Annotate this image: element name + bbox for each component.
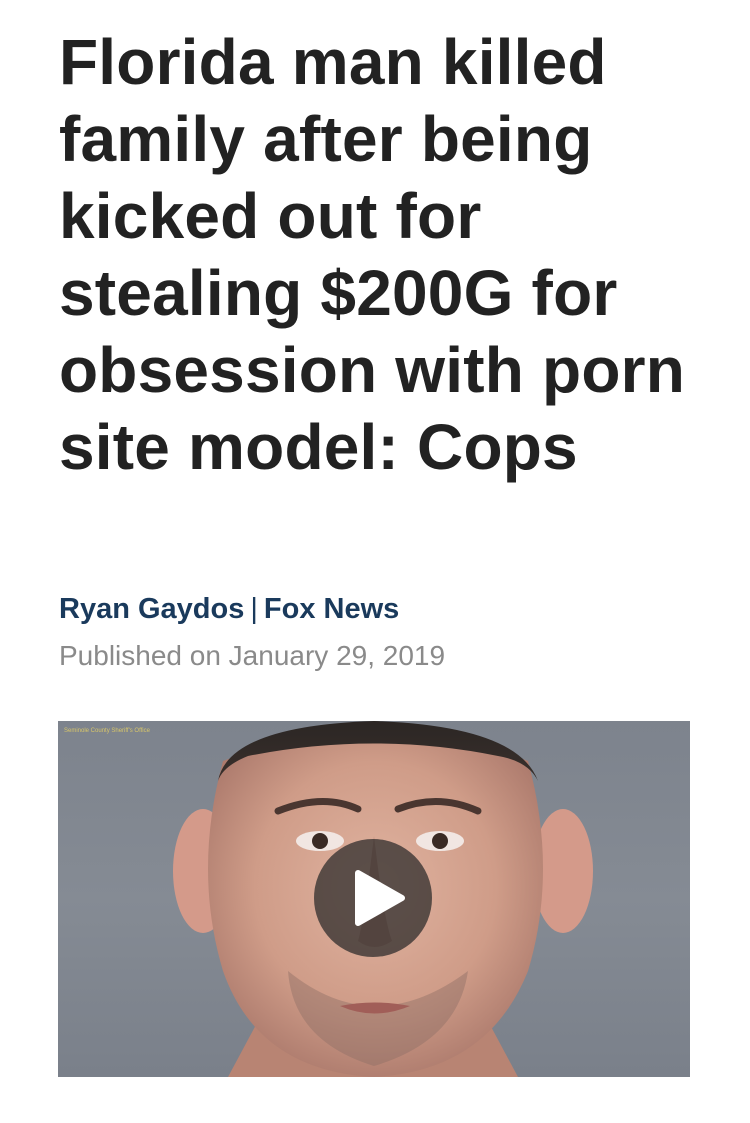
play-button[interactable] bbox=[314, 839, 432, 957]
video-player[interactable]: Seminole County Sheriff's Office bbox=[58, 721, 690, 1077]
byline: Ryan Gaydos | Fox News bbox=[59, 593, 399, 626]
published-date: Published on January 29, 2019 bbox=[59, 640, 446, 671]
article-header: Florida man killed family after being ki… bbox=[59, 24, 699, 486]
article-headline: Florida man killed family after being ki… bbox=[59, 26, 686, 483]
outlet-link[interactable]: Fox News bbox=[264, 593, 399, 625]
photo-credit: Seminole County Sheriff's Office bbox=[64, 728, 150, 734]
play-icon bbox=[355, 870, 405, 926]
byline-separator: | bbox=[250, 593, 258, 625]
author-link[interactable]: Ryan Gaydos bbox=[59, 593, 244, 625]
